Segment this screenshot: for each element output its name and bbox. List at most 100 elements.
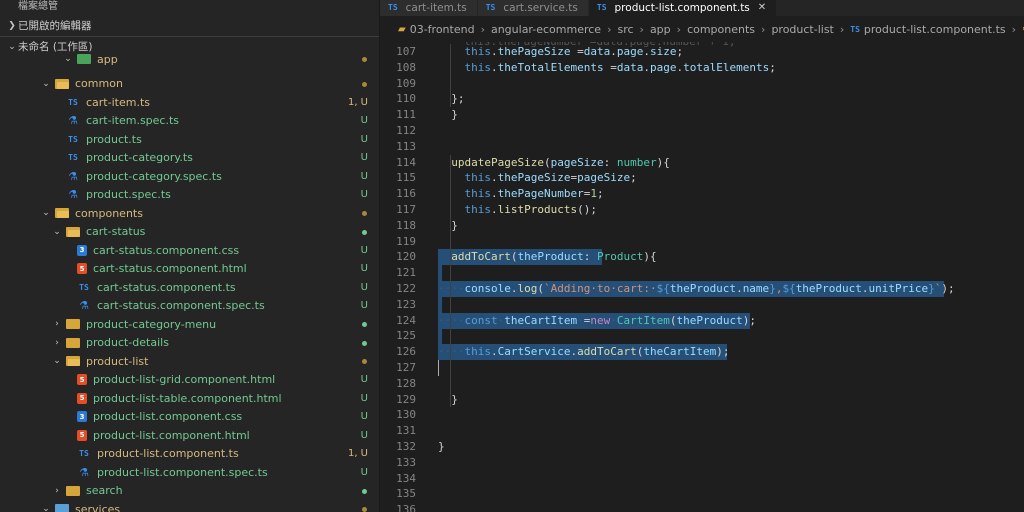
line-number: 112 bbox=[396, 124, 416, 137]
explorer-sidebar: 檔案總管 ❯ 已開啟的編輯器 ⌄ 未命名 (工作區) ⌄ app ⌄ common TS… bbox=[0, 0, 380, 512]
breadcrumb-item[interactable]: product-list bbox=[771, 23, 833, 36]
tree-item[interactable]: 5 cart-status.component.html U bbox=[0, 260, 379, 279]
tree-item[interactable]: › product-category-menu bbox=[0, 315, 379, 334]
tree-item[interactable]: ⚗ product-list.component.spec.ts U bbox=[0, 463, 379, 482]
code-line: 135 bbox=[380, 486, 1024, 502]
tree-item[interactable]: 3 product-list.component.css U bbox=[0, 408, 379, 427]
line-number: 107 bbox=[396, 45, 416, 58]
tree-item[interactable]: ⌄ services bbox=[0, 500, 379, 512]
code-line: 119 bbox=[380, 234, 1024, 250]
tree-item[interactable]: TS cart-item.ts 1, U bbox=[0, 93, 379, 112]
tree-item[interactable]: ⚗ product-category.spec.ts U bbox=[0, 167, 379, 186]
code-line: 131 bbox=[380, 423, 1024, 439]
tree-item[interactable]: TS cart-status.component.ts U bbox=[0, 278, 379, 297]
git-status-badge: U bbox=[360, 133, 368, 145]
tree-item-label: components bbox=[75, 206, 143, 220]
folder-icon bbox=[55, 504, 69, 512]
tree-item[interactable]: ⚗ cart-status.component.spec.ts U bbox=[0, 297, 379, 316]
folder-open-icon bbox=[55, 78, 69, 89]
spec-file-icon: ⚗ bbox=[68, 169, 78, 183]
tree-item[interactable]: ⌄ app bbox=[0, 50, 379, 69]
tree-item[interactable]: 5 product-list.component.html U bbox=[0, 426, 379, 445]
line-number: 118 bbox=[396, 218, 416, 232]
chevron-down-icon: ⌄ bbox=[42, 504, 50, 512]
line-number: 123 bbox=[396, 297, 416, 311]
open-editors-section[interactable]: ❯ 已開啟的編輯器 bbox=[0, 16, 379, 36]
folder-open-icon bbox=[55, 208, 69, 219]
line-number: 124 bbox=[396, 313, 416, 327]
breadcrumb-item[interactable]: 03-frontend bbox=[410, 23, 475, 36]
tree-item-label: product-category-menu bbox=[86, 317, 217, 331]
tree-item[interactable]: 5 product-list-grid.component.html U bbox=[0, 371, 379, 390]
line-number: 110 bbox=[396, 92, 416, 106]
git-status-badge: U bbox=[360, 115, 368, 127]
code-text: this.thePageNumber=1; bbox=[464, 187, 604, 201]
chevron-down-icon: ⌄ bbox=[64, 54, 72, 65]
git-status-badge: U bbox=[360, 170, 368, 182]
chevron-down-icon: ⌄ bbox=[42, 78, 50, 89]
tree-item-label: product-list-grid.component.html bbox=[93, 373, 276, 387]
line-number: 136 bbox=[396, 503, 416, 512]
git-status-dot bbox=[362, 488, 367, 494]
folder-open-icon bbox=[66, 226, 80, 237]
git-status-dot bbox=[362, 507, 367, 512]
typescript-file-icon: TS bbox=[79, 282, 89, 292]
tree-item[interactable]: › search bbox=[0, 482, 379, 501]
close-icon[interactable]: ✕ bbox=[758, 1, 766, 15]
code-line: 134 bbox=[380, 471, 1024, 487]
tree-item[interactable]: ⌄ components bbox=[0, 204, 379, 223]
line-number: 125 bbox=[396, 329, 416, 343]
tree-item[interactable]: 5 product-list-table.component.html U bbox=[0, 389, 379, 408]
tree-item[interactable]: ⌄ cart-status bbox=[0, 223, 379, 242]
chevron-down-icon: ⌄ bbox=[42, 208, 50, 219]
breadcrumb-item[interactable]: product-list.component.ts bbox=[864, 23, 1006, 36]
tree-item-label: product-category.spec.ts bbox=[86, 169, 222, 183]
git-status-badge: U bbox=[360, 263, 368, 275]
tree-item-label: product-list bbox=[86, 354, 149, 368]
chevron-right-icon: › bbox=[839, 22, 845, 36]
tree-item[interactable]: ⌄ common bbox=[0, 75, 379, 94]
tree-item[interactable]: ⚗ cart-item.spec.ts U bbox=[0, 112, 379, 131]
line-number: 135 bbox=[396, 487, 416, 501]
line-number: 115 bbox=[396, 171, 416, 185]
tree-item[interactable]: TS product-category.ts U bbox=[0, 149, 379, 168]
tree-item-label: product.ts bbox=[86, 132, 142, 146]
tree-item-label: product-category.ts bbox=[86, 151, 193, 165]
line-number: 133 bbox=[396, 455, 416, 469]
tree-item[interactable]: TS product.ts U bbox=[0, 130, 379, 149]
code-line: 128 bbox=[380, 376, 1024, 392]
breadcrumb-item[interactable]: src bbox=[617, 23, 633, 36]
tree-item[interactable]: ⌄ product-list bbox=[0, 352, 379, 371]
typescript-file-icon: TS bbox=[850, 24, 860, 34]
tree-item-label: cart-item.spec.ts bbox=[86, 114, 180, 128]
breadcrumb-item[interactable]: components bbox=[687, 23, 755, 36]
git-status-badge: U bbox=[360, 429, 368, 441]
git-status-dot bbox=[362, 229, 367, 235]
breadcrumb-item[interactable]: angular-ecommerce bbox=[491, 23, 601, 36]
code-line: 115 this.thePageSize=pageSize; bbox=[380, 170, 1024, 186]
editor-tab[interactable]: TS cart-item.ts bbox=[380, 0, 478, 16]
breadcrumb-item[interactable]: app bbox=[650, 23, 671, 36]
selection-highlight bbox=[438, 328, 442, 345]
tree-item-label: cart-status.component.ts bbox=[97, 280, 236, 294]
tree-item[interactable]: 3 cart-status.component.css U bbox=[0, 241, 379, 260]
code-text: ····const·theCartItem·=new·CartItem(theP… bbox=[438, 313, 756, 327]
tree-item[interactable]: ⚗ product.spec.ts U bbox=[0, 186, 379, 205]
folder-icon: ▰ bbox=[398, 23, 406, 35]
text-cursor bbox=[438, 360, 439, 376]
code-line: 127 bbox=[380, 360, 1024, 376]
editor-tab[interactable]: TS product-list.component.ts ✕ bbox=[588, 0, 778, 16]
line-number: 111 bbox=[396, 108, 416, 122]
git-status-dot bbox=[362, 81, 367, 87]
code-line: 116 this.thePageNumber=1; bbox=[380, 186, 1024, 202]
tree-item[interactable]: › product-details bbox=[0, 334, 379, 353]
code-editor[interactable]: this.thePageNumber =data.page.number + 1… bbox=[380, 42, 1024, 512]
css-file-icon: 3 bbox=[77, 411, 87, 423]
code-line: 126 ····this.CartService.addToCart(theCar… bbox=[380, 344, 1024, 361]
chevron-right-icon: › bbox=[761, 22, 766, 36]
code-line: 133 bbox=[380, 455, 1024, 471]
code-line: 110 }; bbox=[380, 91, 1024, 107]
editor-tab[interactable]: TS cart.service.ts bbox=[477, 0, 589, 16]
code-text: ····this.CartService.addToCart(theCartIt… bbox=[438, 345, 730, 359]
tree-item[interactable]: TS product-list.component.ts 1, U bbox=[0, 445, 379, 464]
